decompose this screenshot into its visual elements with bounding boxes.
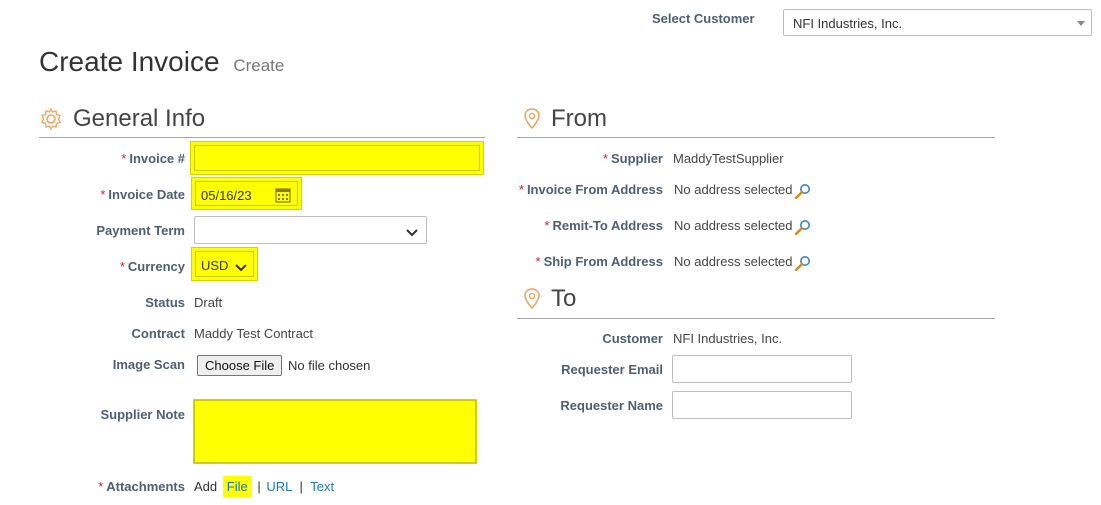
invoice-date-value: 05/16/23	[201, 188, 252, 203]
attachments-links: Add File | URL | Text	[194, 476, 334, 497]
add-text: Add	[194, 479, 218, 494]
supplier-note-label: Supplier Note	[100, 407, 185, 422]
page-subtitle: Create	[233, 56, 285, 75]
remit-to-address-label-text: Remit-To Address	[552, 218, 663, 233]
magnifier-icon[interactable]	[794, 255, 812, 271]
required-marker: *	[98, 479, 104, 494]
ship-from-address-label-text: Ship From Address	[543, 254, 663, 269]
general-info-title: General Info	[73, 105, 206, 132]
customer-select-value: NFI Industries, Inc.	[793, 16, 903, 31]
remit-to-address-value: No address selected	[674, 218, 812, 235]
required-marker: *	[121, 151, 127, 166]
gear-icon	[39, 107, 63, 131]
status-value: Draft	[194, 295, 223, 310]
remit-to-address-label: * Remit-To Address	[403, 218, 663, 233]
general-info-divider	[39, 137, 485, 138]
no-address-text: No address selected	[674, 218, 793, 233]
required-marker: *	[100, 187, 106, 202]
payment-term-select[interactable]	[194, 216, 427, 244]
payment-term-label: Payment Term	[96, 223, 185, 238]
supplier-label: * Supplier	[403, 151, 663, 166]
invoice-from-address-label: * Invoice From Address	[403, 182, 663, 197]
required-marker: *	[602, 151, 608, 166]
chevron-down-icon	[235, 260, 247, 272]
attach-text-link[interactable]: Text	[310, 479, 334, 494]
ship-from-address-value: No address selected	[674, 254, 812, 271]
invoice-number-label: * Invoice #	[0, 151, 185, 166]
to-divider	[517, 318, 995, 319]
contract-value: Maddy Test Contract	[194, 326, 313, 341]
requester-name-label: Requester Name	[560, 398, 663, 413]
customer-label: Customer	[602, 331, 663, 346]
currency-label: * Currency	[0, 259, 185, 274]
from-title: From	[551, 105, 607, 132]
image-scan-label: Image Scan	[112, 357, 185, 372]
currency-value: USD	[201, 258, 229, 273]
required-marker: *	[518, 182, 524, 197]
currency-select[interactable]: USD	[191, 247, 258, 281]
requester-name-input[interactable]	[672, 391, 852, 419]
invoice-from-address-value: No address selected	[674, 182, 812, 199]
status-label: Status	[145, 295, 185, 310]
no-address-text: No address selected	[674, 182, 793, 197]
required-marker: *	[544, 218, 550, 233]
location-pin-icon	[522, 287, 542, 311]
from-divider	[517, 137, 995, 138]
required-marker: *	[119, 259, 125, 274]
page-title-text: Create Invoice	[39, 46, 220, 77]
invoice-from-address-label-text: Invoice From Address	[526, 182, 663, 197]
invoice-date-field[interactable]: 05/16/23	[191, 177, 302, 210]
no-file-chosen-text: No file chosen	[288, 358, 371, 373]
choose-file-button[interactable]: Choose File	[197, 355, 283, 376]
ship-from-address-label: * Ship From Address	[403, 254, 664, 269]
invoice-date-label-text: Invoice Date	[108, 187, 185, 202]
link-separator: |	[299, 479, 303, 494]
select-customer-label: Select Customer	[652, 11, 755, 26]
magnifier-icon[interactable]	[794, 219, 812, 235]
invoice-date-label: * Invoice Date	[0, 187, 185, 202]
link-separator: |	[257, 479, 261, 494]
attach-url-link[interactable]: URL	[266, 479, 292, 494]
currency-label-text: Currency	[127, 259, 185, 274]
supplier-value: MaddyTestSupplier	[673, 151, 784, 166]
customer-value: NFI Industries, Inc.	[673, 331, 783, 346]
contract-label: Contract	[131, 326, 185, 341]
attachments-label: * Attachments	[0, 479, 185, 494]
no-address-text: No address selected	[674, 254, 793, 269]
to-title: To	[551, 285, 577, 312]
page-title: Create Invoice Create	[39, 46, 284, 78]
requester-email-label: Requester Email	[561, 362, 663, 377]
attachments-label-text: Attachments	[106, 479, 185, 494]
supplier-label-text: Supplier	[610, 151, 663, 166]
calendar-icon[interactable]	[274, 186, 292, 204]
magnifier-icon[interactable]	[794, 183, 812, 199]
requester-email-input[interactable]	[672, 355, 852, 383]
customer-select[interactable]: NFI Industries, Inc.	[783, 9, 1092, 36]
attach-file-link[interactable]: File	[222, 476, 252, 497]
invoice-number-label-text: Invoice #	[129, 151, 185, 166]
required-marker: *	[535, 254, 541, 269]
dropdown-arrow-icon	[1077, 21, 1085, 26]
location-pin-icon	[522, 107, 542, 131]
